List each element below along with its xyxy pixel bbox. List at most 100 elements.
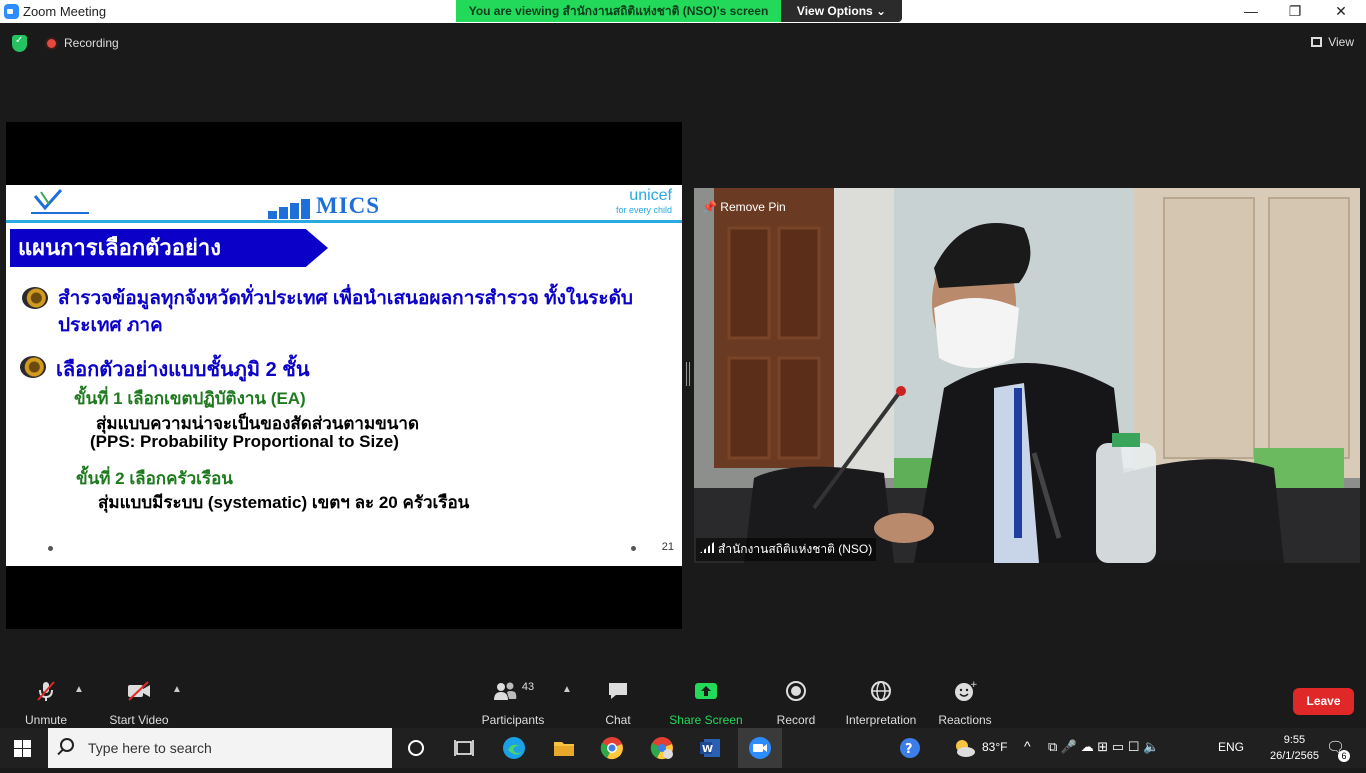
slide-bullet-1: สำรวจข้อมูลทุกจังหวัดทั่วประเทศ เพื่อนำเ… xyxy=(58,288,633,336)
interpretation-label: Interpretation xyxy=(845,713,917,727)
windows-start-icon[interactable] xyxy=(14,740,31,757)
viewing-banner: You are viewing สำนักงานสถิติแห่งชาติ (N… xyxy=(456,0,902,22)
task-view-icon[interactable] xyxy=(452,736,476,760)
slide-footer-dot xyxy=(631,546,636,551)
record-button[interactable]: Record xyxy=(774,678,818,727)
globe-icon xyxy=(871,681,891,701)
remove-pin-button[interactable]: 📌 Remove Pin xyxy=(702,200,786,214)
record-icon xyxy=(786,681,806,701)
audio-options-caret-icon[interactable]: ▲ xyxy=(74,684,84,695)
zoom-app-icon xyxy=(4,4,19,19)
chrome-browser-icon[interactable] xyxy=(600,736,624,760)
notification-count-badge: 6 xyxy=(1338,750,1350,762)
muted-microphone-icon xyxy=(37,681,55,701)
word-app-icon[interactable]: W xyxy=(698,736,722,760)
bullet-icon xyxy=(22,287,48,309)
zoom-taskbar-icon[interactable] xyxy=(738,728,782,768)
edge-browser-icon[interactable] xyxy=(502,736,526,760)
system-clock[interactable]: 9:55 26/1/2565 xyxy=(1270,732,1319,764)
input-language-indicator[interactable]: ENG xyxy=(1218,740,1244,754)
bullet-icon xyxy=(20,356,46,378)
security-shield-icon[interactable] xyxy=(12,35,27,52)
viewing-banner-text: You are viewing สำนักงานสถิติแห่งชาติ (N… xyxy=(456,0,781,22)
tray-apps-icon[interactable]: ⧉ 🎤 ☁ ⊞ ▭ ☐ 🔈 xyxy=(1048,739,1159,755)
start-video-label: Start Video xyxy=(109,713,169,727)
reactions-button[interactable]: + Reactions xyxy=(936,678,994,727)
file-explorer-icon[interactable] xyxy=(552,736,576,760)
taskbar-search-placeholder: Type here to search xyxy=(88,740,212,756)
participants-count: 43 xyxy=(521,681,535,693)
participants-caret-icon[interactable]: ▲ xyxy=(562,684,572,695)
slide-header: MICS unicef for every child xyxy=(6,185,682,223)
unicef-tagline: for every child xyxy=(615,205,672,215)
unicef-name: unicef xyxy=(629,187,672,204)
chat-button[interactable]: Chat xyxy=(600,678,636,727)
clock-time: 9:55 xyxy=(1283,734,1306,746)
recording-label: Recording xyxy=(64,36,119,50)
slide-title: แผนการเลือกตัวอย่าง xyxy=(10,229,328,267)
mics-logo: MICS xyxy=(268,193,380,219)
meeting-controls-toolbar: Unmute ▲ Start Video ▲ 43 Participants ▲… xyxy=(0,672,1366,728)
view-options-button[interactable]: View Options ⌄ xyxy=(781,0,902,22)
taskbar-search-box[interactable]: Type here to search xyxy=(48,728,392,768)
nso-logo xyxy=(31,189,89,214)
search-icon xyxy=(60,738,74,752)
chat-label: Chat xyxy=(605,713,631,727)
share-screen-icon xyxy=(695,683,717,699)
svg-text:?: ? xyxy=(905,742,913,757)
pin-icon: 📌 xyxy=(702,200,717,214)
stage1-line2: (PPS: Probability Proportional to Size) xyxy=(90,432,399,451)
meeting-top-bar: Recording View xyxy=(0,23,1366,63)
participant-video-tile[interactable]: 📌 Remove Pin สำนักงานสถิติแห่งชาติ (NSO) xyxy=(694,188,1360,563)
video-options-caret-icon[interactable]: ▲ xyxy=(172,684,182,695)
share-screen-label: Share Screen xyxy=(669,713,743,727)
show-hidden-icons-icon[interactable]: ^ xyxy=(1024,738,1031,754)
minimize-button[interactable]: — xyxy=(1228,0,1274,22)
presentation-slide: MICS unicef for every child แผนการเลือกต… xyxy=(6,185,682,566)
start-video-button[interactable]: Start Video xyxy=(106,678,172,727)
participants-button[interactable]: 43 Participants xyxy=(480,678,546,727)
view-button-label: View xyxy=(1328,35,1354,49)
slide-bullet-2: เลือกตัวอย่างแบบชั้นภูมิ 2 ชั้น xyxy=(56,359,310,381)
slide-footer-dot xyxy=(48,546,53,551)
share-screen-button[interactable]: Share Screen xyxy=(668,678,744,727)
unmute-label: Unmute xyxy=(24,713,68,727)
window-title: Zoom Meeting xyxy=(23,4,107,19)
leave-button[interactable]: Leave xyxy=(1293,688,1354,715)
stage2-line1: สุ่มแบบมีระบบ (systematic) เขตฯ ละ 20 คร… xyxy=(98,493,470,512)
svg-text:W: W xyxy=(702,744,713,755)
svg-text:+: + xyxy=(970,680,977,690)
restore-button[interactable]: ❐ xyxy=(1272,0,1318,22)
view-button[interactable]: View xyxy=(1311,35,1354,49)
grid-view-icon xyxy=(1311,37,1323,47)
window-title-bar: Zoom Meeting You are viewing สำนักงานสถิ… xyxy=(0,0,1366,23)
chrome-profile-icon[interactable] xyxy=(650,736,674,760)
remove-pin-label: Remove Pin xyxy=(720,200,786,214)
cortana-icon[interactable] xyxy=(404,736,428,760)
signal-strength-icon xyxy=(700,542,714,553)
unmute-button[interactable]: Unmute xyxy=(22,678,70,727)
clock-date: 26/1/2565 xyxy=(1270,750,1319,762)
close-button[interactable]: ✕ xyxy=(1318,0,1364,22)
unicef-logo: unicef for every child xyxy=(616,187,672,215)
stage1-heading: ขั้นที่ 1 เลือกเขตปฏิบัติงาน (EA) xyxy=(74,389,306,408)
video-off-icon xyxy=(128,681,150,701)
record-label: Record xyxy=(776,713,816,727)
slide-page-number: 21 xyxy=(661,541,674,553)
mics-logo-text: MICS xyxy=(316,193,381,218)
smiley-plus-icon: + xyxy=(955,680,977,701)
participant-name-label: สำนักงานสถิติแห่งชาติ (NSO) xyxy=(696,538,877,561)
interpretation-button[interactable]: Interpretation xyxy=(842,678,920,727)
participant-video-feed xyxy=(694,188,1360,563)
help-icon[interactable]: ? xyxy=(898,736,922,760)
participants-icon xyxy=(493,682,517,700)
weather-icon[interactable] xyxy=(950,736,980,760)
participant-name: สำนักงานสถิติแห่งชาติ (NSO) xyxy=(718,542,873,556)
shared-screen-panel: MICS unicef for every child แผนการเลือกต… xyxy=(6,122,682,629)
chat-icon xyxy=(609,683,627,699)
participants-label: Participants xyxy=(481,713,545,727)
stage2-heading: ขั้นที่ 2 เลือกครัวเรือน xyxy=(76,469,233,488)
weather-temperature: 83°F xyxy=(982,740,1008,754)
reactions-label: Reactions xyxy=(938,713,992,727)
panel-resize-handle[interactable] xyxy=(686,362,690,386)
